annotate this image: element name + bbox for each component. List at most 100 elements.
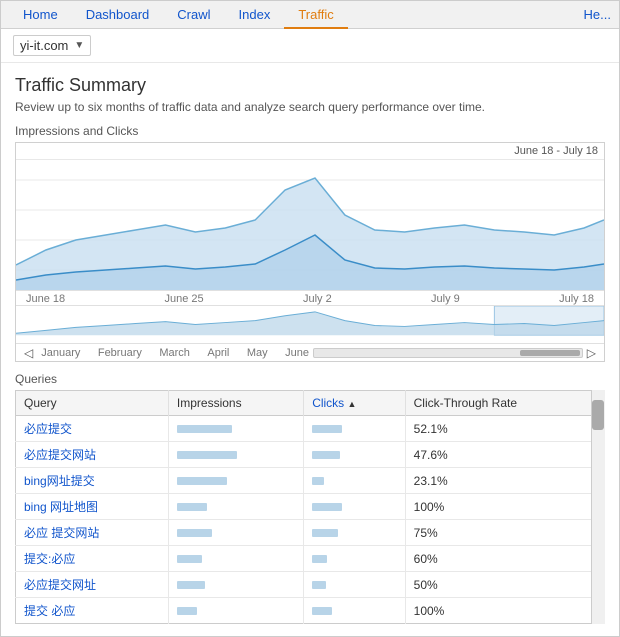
- query-link[interactable]: bing 网址地图: [24, 500, 98, 514]
- clicks-bar: [312, 529, 338, 537]
- ctr-cell: 60%: [405, 546, 604, 572]
- x-label-4: July 18: [559, 293, 594, 305]
- site-selector[interactable]: yi-it.com ▼: [13, 35, 91, 56]
- clicks-bar: [312, 607, 332, 615]
- nav-label-jun: June: [285, 347, 309, 359]
- nav-label-feb: February: [98, 347, 142, 359]
- nav-chart-svg: [16, 306, 604, 343]
- clicks-cell: [304, 546, 405, 572]
- ctr-cell: 100%: [405, 494, 604, 520]
- query-link[interactable]: 必应提交: [24, 422, 72, 436]
- query-link[interactable]: 提交 必应: [24, 604, 75, 618]
- clicks-bar: [312, 581, 326, 589]
- clicks-bar: [312, 451, 340, 459]
- clicks-cell: [304, 468, 405, 494]
- help-link[interactable]: He...: [584, 7, 611, 22]
- impressions-cell: [168, 572, 303, 598]
- scroll-right-arrow[interactable]: ▷: [583, 345, 600, 361]
- nav-label-apr: April: [207, 347, 229, 359]
- x-label-3: July 9: [431, 293, 460, 305]
- ctr-cell: 52.1%: [405, 416, 604, 442]
- impressions-bar: [177, 477, 227, 485]
- table-row: bing 网址地图 100%: [16, 494, 605, 520]
- clicks-cell: [304, 494, 405, 520]
- x-label-2: July 2: [303, 293, 332, 305]
- main-content: Traffic Summary Review up to six months …: [1, 63, 619, 636]
- impressions-cell: [168, 546, 303, 572]
- impressions-cell: [168, 468, 303, 494]
- nav-home[interactable]: Home: [9, 1, 72, 29]
- clicks-cell: [304, 572, 405, 598]
- table-header-row: Query Impressions Clicks ▲ Click-Through…: [16, 391, 605, 416]
- nav-index[interactable]: Index: [225, 1, 285, 29]
- site-selector-arrow: ▼: [74, 40, 84, 51]
- nav-traffic[interactable]: Traffic: [284, 1, 347, 29]
- impressions-bar: [177, 529, 212, 537]
- col-ctr: Click-Through Rate: [405, 391, 604, 416]
- clicks-sort-arrow: ▲: [348, 399, 357, 409]
- clicks-cell: [304, 598, 405, 624]
- scroll-thumb[interactable]: [520, 350, 580, 356]
- impressions-bar: [177, 555, 202, 563]
- query-cell: 必应 提交网站: [16, 520, 169, 546]
- queries-label: Queries: [15, 372, 605, 386]
- queries-table: Query Impressions Clicks ▲ Click-Through…: [15, 390, 605, 624]
- chart-x-labels: June 18 June 25 July 2 July 9 July 18: [16, 290, 604, 305]
- impressions-cell: [168, 416, 303, 442]
- chart-date-range: June 18 - July 18: [16, 143, 604, 160]
- ctr-cell: 75%: [405, 520, 604, 546]
- main-chart-svg: [16, 160, 604, 290]
- clicks-bar: [312, 555, 327, 563]
- x-label-1: June 25: [164, 293, 203, 305]
- col-impressions: Impressions: [168, 391, 303, 416]
- table-scrollbar[interactable]: [591, 390, 605, 624]
- table-scrollbar-thumb[interactable]: [592, 400, 604, 430]
- nav-chart[interactable]: [16, 305, 604, 343]
- queries-table-wrapper: Query Impressions Clicks ▲ Click-Through…: [15, 390, 605, 624]
- top-navigation: Home Dashboard Crawl Index Traffic He...: [1, 1, 619, 29]
- main-chart[interactable]: [16, 160, 604, 290]
- query-cell: 必应提交: [16, 416, 169, 442]
- query-link[interactable]: 提交:必应: [24, 552, 75, 566]
- chart-container: June 18 - July 18 June 18: [15, 142, 605, 362]
- nav-label-may: May: [247, 347, 268, 359]
- impressions-bar: [177, 451, 237, 459]
- clicks-cell: [304, 520, 405, 546]
- ctr-cell: 100%: [405, 598, 604, 624]
- impressions-bar: [177, 503, 207, 511]
- nav-label-mar: March: [159, 347, 190, 359]
- scroll-left-arrow[interactable]: ◁: [20, 345, 37, 361]
- impressions-cell: [168, 598, 303, 624]
- table-row: 提交 必应 100%: [16, 598, 605, 624]
- impressions-cell: [168, 494, 303, 520]
- x-label-0: June 18: [26, 293, 65, 305]
- clicks-cell: [304, 416, 405, 442]
- scroll-track[interactable]: [313, 348, 583, 358]
- table-row: 必应提交网址50%: [16, 572, 605, 598]
- query-cell: bing网址提交: [16, 468, 169, 494]
- query-link[interactable]: 必应提交网址: [24, 578, 96, 592]
- ctr-cell: 47.6%: [405, 442, 604, 468]
- nav-crawl[interactable]: Crawl: [163, 1, 224, 29]
- impressions-bar: [177, 581, 205, 589]
- site-name: yi-it.com: [20, 38, 68, 53]
- query-link[interactable]: bing网址提交: [24, 474, 95, 488]
- table-row: bing网址提交 23.1%: [16, 468, 605, 494]
- page-title: Traffic Summary: [15, 75, 605, 96]
- query-cell: bing 网址地图: [16, 494, 169, 520]
- table-row: 必应提交网站 47.6%: [16, 442, 605, 468]
- nav-dashboard[interactable]: Dashboard: [72, 1, 164, 29]
- query-cell: 提交 必应: [16, 598, 169, 624]
- clicks-bar: [312, 425, 342, 433]
- clicks-cell: [304, 442, 405, 468]
- table-row: 提交:必应 60%: [16, 546, 605, 572]
- page-description: Review up to six months of traffic data …: [15, 100, 605, 114]
- ctr-cell: 23.1%: [405, 468, 604, 494]
- impressions-cell: [168, 520, 303, 546]
- clicks-bar: [312, 477, 324, 485]
- col-clicks[interactable]: Clicks ▲: [304, 391, 405, 416]
- table-row: 必应提交 52.1%: [16, 416, 605, 442]
- query-link[interactable]: 必应提交网站: [24, 448, 96, 462]
- impressions-cell: [168, 442, 303, 468]
- query-link[interactable]: 必应 提交网站: [24, 526, 99, 540]
